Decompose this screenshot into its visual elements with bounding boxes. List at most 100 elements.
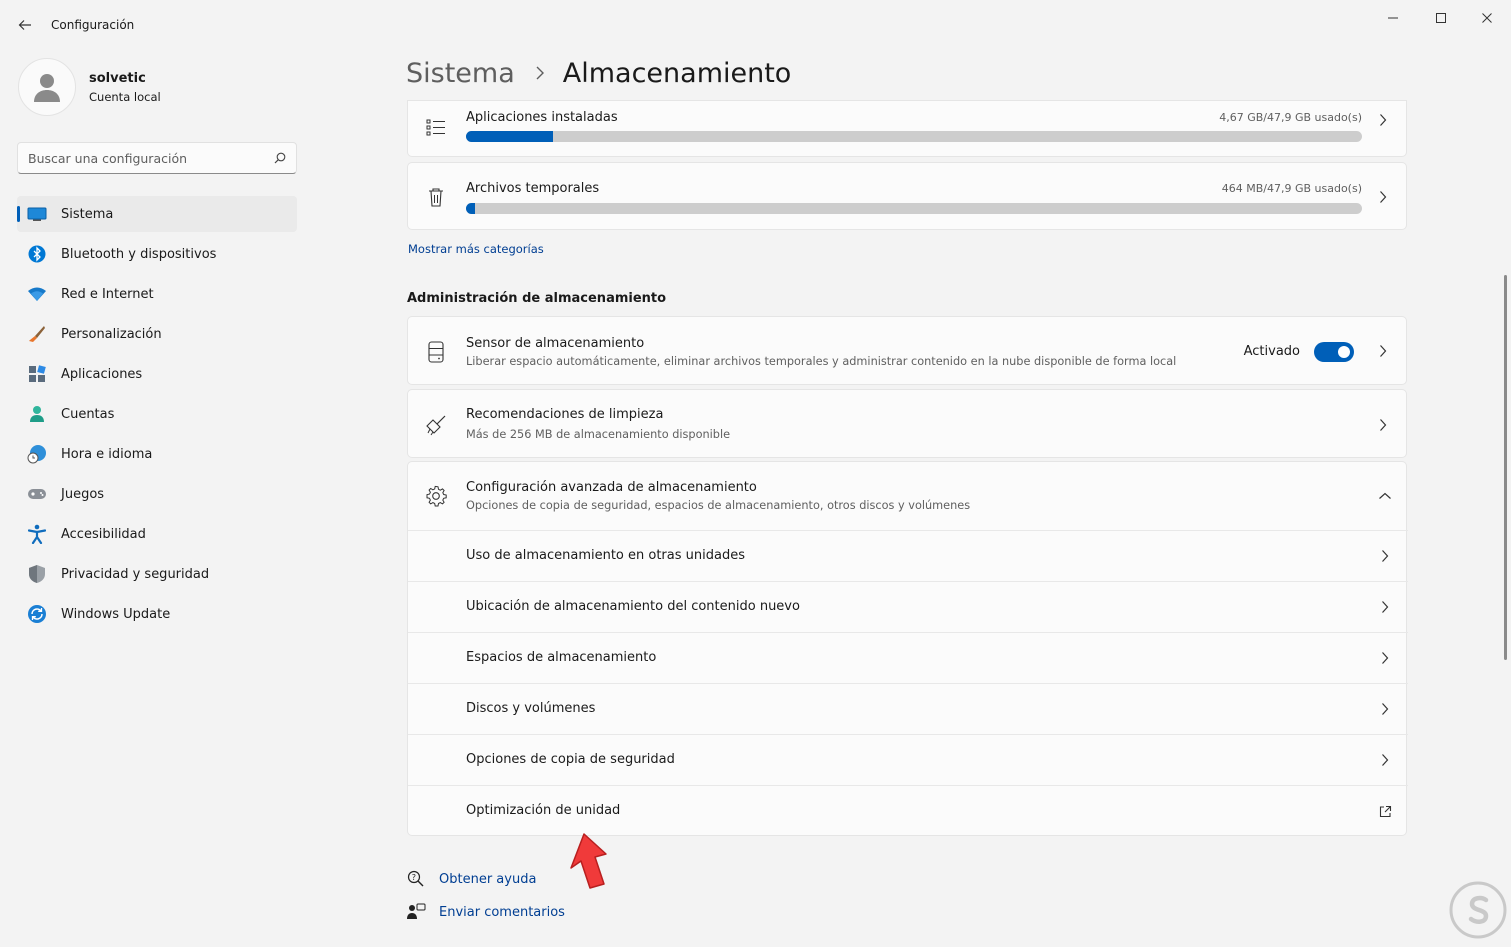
usage-apps-bar [466,131,1362,142]
system-icon [27,204,47,224]
chevron-right-icon [1378,651,1392,665]
page-title: Almacenamiento [562,58,792,89]
cleanup-title: Recomendaciones de limpieza [466,407,664,422]
advanced-storage-header[interactable]: Configuración avanzada de almacenamiento… [408,462,1408,530]
help-icon: ? [406,869,426,889]
cleanup-recommendations-card[interactable]: Recomendaciones de limpieza Más de 256 M… [407,389,1407,458]
sidebar-item-label: Privacidad y seguridad [61,566,210,582]
minimize-icon[interactable] [1378,8,1408,28]
chevron-right-icon [1378,549,1392,563]
app-title: Configuración [51,18,135,32]
breadcrumb-parent[interactable]: Sistema [406,58,515,89]
usage-card-apps[interactable]: Aplicaciones instaladas 4,67 GB/47,9 GB … [407,100,1407,157]
cleanup-subtitle: Más de 256 MB de almacenamiento disponib… [466,428,731,441]
advanced-row-new-content-location[interactable]: Ubicación de almacenamiento del contenid… [408,581,1408,632]
sidebar-item-label: Hora e idioma [61,446,153,462]
get-help-link[interactable]: ? Obtener ayuda [406,869,536,889]
usage-temp-value: 464 MB/47,9 GB usado(s) [1221,182,1362,195]
chevron-right-icon [1376,418,1390,432]
sidebar-item-aplicaciones[interactable]: Aplicaciones [17,356,297,392]
row-label: Espacios de almacenamiento [466,650,657,665]
usage-apps-bar-fill [466,131,554,142]
advanced-row-disks-volumes[interactable]: Discos y volúmenes [408,683,1408,734]
sidebar-item-label: Cuentas [61,406,115,422]
usage-temp-bar [466,203,1362,214]
row-label: Discos y volúmenes [466,701,596,716]
advanced-storage-title: Configuración avanzada de almacenamiento [466,480,757,495]
list-icon [424,115,448,139]
update-icon [27,604,47,624]
chevron-right-icon [1376,113,1390,127]
sidebar-item-personalizacion[interactable]: Personalización [17,316,297,352]
annotation-arrow [570,833,607,889]
sidebar-nav: Sistema Bluetooth y dispositivos Red e I… [17,196,297,636]
sidebar-item-sistema[interactable]: Sistema [17,196,297,232]
breadcrumb: Sistema Almacenamiento [406,58,791,89]
advanced-row-drive-optimization[interactable]: Optimización de unidad [408,785,1408,836]
chevron-right-icon [1378,600,1392,614]
globe-clock-icon [27,444,47,464]
get-help-label: Obtener ayuda [439,871,537,887]
search-box[interactable] [17,142,297,174]
profile-name: solvetic [89,70,146,86]
title-bar: Configuración [0,0,1511,50]
sidebar-item-cuentas[interactable]: Cuentas [17,396,297,432]
svg-text:?: ? [412,873,416,882]
storage-sense-title: Sensor de almacenamiento [466,336,645,351]
search-input[interactable] [28,150,274,166]
usage-temp-bar-fill [466,203,475,214]
sidebar-item-bluetooth[interactable]: Bluetooth y dispositivos [17,236,297,272]
gamepad-icon [27,484,47,504]
user-profile[interactable]: solvetic Cuenta local [18,58,161,116]
usage-card-temp[interactable]: Archivos temporales 464 MB/47,9 GB usado… [407,162,1407,230]
sidebar-item-label: Aplicaciones [61,366,143,382]
sidebar-item-juegos[interactable]: Juegos [17,476,297,512]
shield-icon [27,564,47,584]
avatar [18,58,76,116]
sidebar-item-windows-update[interactable]: Windows Update [17,596,297,632]
chevron-right-icon[interactable] [1376,344,1390,358]
external-link-icon [1378,804,1392,818]
advanced-row-storage-spaces[interactable]: Espacios de almacenamiento [408,632,1408,683]
bluetooth-icon [27,244,47,264]
account-icon [27,404,47,424]
send-feedback-link[interactable]: Enviar comentarios [406,902,565,922]
chevron-right-icon [535,62,545,86]
watermark-logo [1449,881,1507,939]
broom-icon [424,413,448,437]
storage-sense-card[interactable]: Sensor de almacenamiento Liberar espacio… [407,316,1407,385]
usage-apps-value: 4,67 GB/47,9 GB usado(s) [1219,111,1362,124]
maximize-icon[interactable] [1426,8,1456,28]
show-more-categories-link[interactable]: Mostrar más categorías [408,242,544,256]
advanced-storage-card: Configuración avanzada de almacenamiento… [407,461,1408,836]
sidebar-item-red[interactable]: Red e Internet [17,276,297,312]
feedback-icon [406,902,426,922]
back-arrow-icon[interactable] [14,14,36,36]
chevron-up-icon[interactable] [1378,489,1392,503]
storage-drive-icon [424,340,448,364]
close-icon[interactable] [1472,8,1502,28]
chevron-right-icon [1376,190,1390,204]
sidebar-item-privacidad[interactable]: Privacidad y seguridad [17,556,297,592]
apps-icon [27,364,47,384]
row-label: Uso de almacenamiento en otras unidades [466,548,745,563]
trash-icon [424,185,448,209]
section-title-management: Administración de almacenamiento [407,291,667,306]
sidebar-item-label: Red e Internet [61,286,154,302]
row-label: Opciones de copia de seguridad [466,752,675,767]
profile-account-type: Cuenta local [89,89,161,104]
scrollbar[interactable] [1504,275,1507,660]
sidebar-item-label: Bluetooth y dispositivos [61,246,217,262]
sidebar-item-label: Personalización [61,326,162,342]
person-icon [34,74,60,102]
advanced-row-other-drives[interactable]: Uso de almacenamiento en otras unidades [408,530,1408,581]
chevron-right-icon [1378,702,1392,716]
wifi-icon [27,284,47,304]
sidebar-item-label: Accesibilidad [61,526,146,542]
chevron-right-icon [1378,753,1392,767]
storage-sense-toggle[interactable] [1314,342,1354,362]
sidebar-item-hora[interactable]: Hora e idioma [17,436,297,472]
sidebar-item-accesibilidad[interactable]: Accesibilidad [17,516,297,552]
search-icon[interactable] [274,149,286,168]
advanced-row-backup-options[interactable]: Opciones de copia de seguridad [408,734,1408,785]
